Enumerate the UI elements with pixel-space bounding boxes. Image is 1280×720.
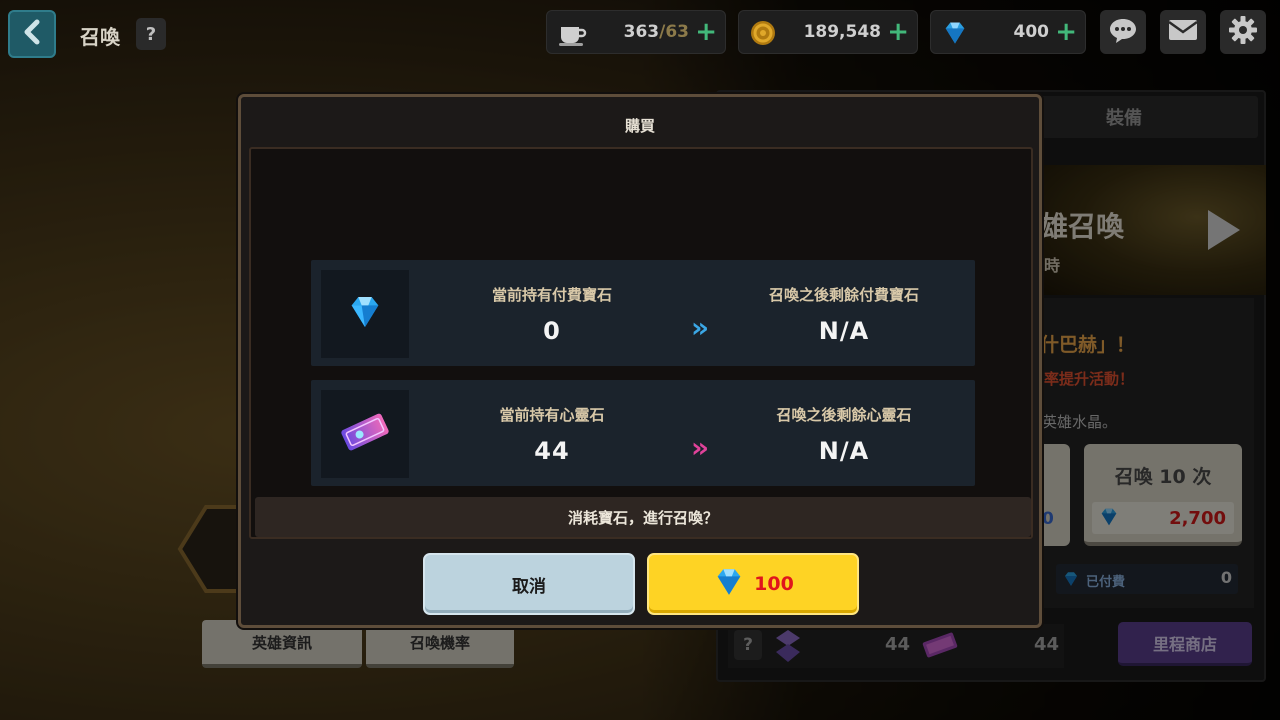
- after-paid-gem-value: N/A: [818, 317, 870, 345]
- after-paid-gem-label: 召喚之後剩餘付費寶石: [768, 286, 919, 304]
- current-spirit-stone-column: 當前持有心靈石 44: [437, 404, 667, 465]
- after-spirit-stone-value: N/A: [818, 437, 870, 465]
- chevron-left-icon: [21, 19, 43, 49]
- help-button[interactable]: ?: [136, 18, 166, 50]
- blue-gem-icon: [712, 565, 746, 604]
- chat-button[interactable]: [1100, 10, 1146, 54]
- current-paid-gem-column: 當前持有付費寶石 0: [437, 284, 667, 345]
- double-chevron-right-icon: »: [691, 311, 710, 344]
- spirit-ticket-icon: [337, 407, 393, 461]
- stamina-value: 363/63: [624, 22, 689, 42]
- current-spirit-stone-label: 當前持有心靈石: [499, 406, 605, 424]
- add-gold-button[interactable]: +: [887, 19, 909, 45]
- gem-value: 400: [1013, 22, 1050, 42]
- after-spirit-stone-column: 召喚之後剩餘心靈石 N/A: [729, 404, 959, 465]
- gold-counter: 189,548 +: [738, 10, 918, 54]
- chat-bubble-icon: [1108, 16, 1138, 48]
- spirit-stone-balance-row: 當前持有心靈石 44 » 召喚之後剩餘心靈石 N/A: [311, 380, 975, 486]
- back-button[interactable]: [8, 10, 56, 58]
- blue-gem-icon: [345, 292, 385, 336]
- current-paid-gem-label: 當前持有付費寶石: [491, 286, 612, 304]
- purchase-dialog: 購買 當前持有付費寶石 0 » 召喚之後剩餘付費寶石 N/A 當前持有心靈石 4…: [238, 94, 1042, 628]
- gear-icon: [1228, 15, 1258, 49]
- add-stamina-button[interactable]: +: [695, 19, 717, 45]
- add-gem-button[interactable]: +: [1055, 19, 1077, 45]
- confirm-purchase-button[interactable]: 100: [647, 553, 859, 615]
- double-chevron-right-icon: »: [691, 431, 710, 464]
- blue-gem-icon: [941, 19, 969, 47]
- dialog-title: 購買: [624, 117, 655, 135]
- paid-gem-balance-row: 當前持有付費寶石 0 » 召喚之後剩餘付費寶石 N/A: [311, 260, 975, 366]
- current-paid-gem-value: 0: [543, 317, 561, 345]
- coffee-cup-icon: [557, 19, 587, 47]
- stamina-current: 363: [623, 22, 660, 42]
- after-spirit-stone-label: 召喚之後剩餘心靈石: [776, 406, 912, 424]
- cancel-button[interactable]: 取消: [423, 553, 635, 615]
- confirm-prompt: 消耗寶石，進行召喚？: [255, 497, 1031, 537]
- spirit-stone-icon-box: [321, 390, 409, 478]
- gem-counter: 400 +: [930, 10, 1086, 54]
- stamina-counter: 363/63 +: [546, 10, 726, 54]
- stamina-max: /63: [659, 22, 689, 42]
- after-paid-gem-column: 召喚之後剩餘付費寶石 N/A: [729, 284, 959, 345]
- purchase-price: 100: [754, 573, 794, 595]
- envelope-icon: [1167, 17, 1199, 47]
- paid-gem-icon-box: [321, 270, 409, 358]
- mail-button[interactable]: [1160, 10, 1206, 54]
- settings-button[interactable]: [1220, 10, 1266, 54]
- gold-value: 189,548: [803, 22, 881, 42]
- current-spirit-stone-value: 44: [534, 437, 570, 465]
- gold-coin-icon: [749, 19, 777, 47]
- page-title: 召喚: [80, 25, 120, 49]
- dialog-body: 當前持有付費寶石 0 » 召喚之後剩餘付費寶石 N/A 當前持有心靈石 44 »…: [249, 147, 1033, 539]
